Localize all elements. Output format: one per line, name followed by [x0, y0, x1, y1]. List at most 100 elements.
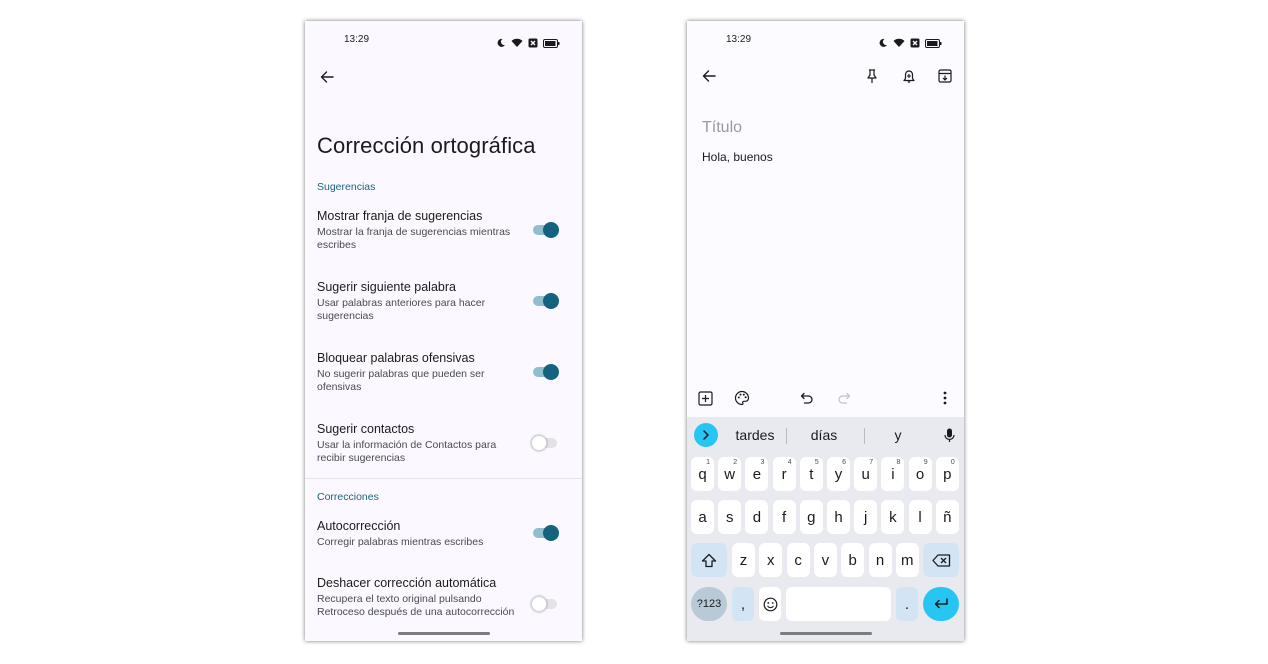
key-number-hint: 3	[760, 459, 765, 466]
add-content-button[interactable]	[695, 388, 715, 408]
key-j[interactable]: j	[854, 500, 878, 534]
key-number-hint: 0	[950, 459, 955, 466]
shift-key[interactable]	[691, 543, 727, 577]
status-time: 13:29	[344, 34, 370, 45]
key-q[interactable]: q1	[691, 457, 714, 491]
key-u[interactable]: u7	[854, 457, 878, 491]
key-c[interactable]: c	[786, 543, 810, 577]
key-s[interactable]: s	[718, 500, 742, 534]
suggestion-2[interactable]: días	[794, 427, 854, 443]
back-arrow-icon	[320, 71, 334, 83]
suggestion-1[interactable]: tardes	[725, 427, 785, 443]
key-y[interactable]: y6	[827, 457, 850, 491]
chevron-right-icon	[703, 430, 709, 440]
setting-title: Mostrar franja de sugerencias	[317, 209, 483, 223]
key-i[interactable]: i8	[881, 457, 905, 491]
suggestion-3[interactable]: y	[872, 427, 924, 443]
key-d[interactable]: d	[745, 500, 769, 534]
gesture-bar[interactable]	[397, 632, 490, 635]
setting-next-word[interactable]: Sugerir siguiente palabra Usar palabras …	[317, 280, 572, 323]
pin-icon	[867, 68, 877, 83]
back-button[interactable]	[698, 65, 720, 87]
key-x[interactable]: x	[759, 543, 783, 577]
back-button[interactable]	[317, 67, 337, 87]
redo-button[interactable]	[834, 388, 854, 408]
reminder-button[interactable]	[898, 65, 920, 87]
status-bar: 13:29	[687, 34, 964, 48]
key-g[interactable]: g	[799, 500, 823, 534]
setting-undo-autocorrect[interactable]: Deshacer corrección automática Recupera …	[317, 576, 572, 619]
toggle-switch-off[interactable]	[531, 596, 557, 612]
toggle-switch-off[interactable]	[531, 435, 557, 451]
key-e[interactable]: e3	[745, 457, 769, 491]
key-letter: r	[781, 465, 787, 483]
gesture-bar[interactable]	[779, 632, 872, 635]
add-box-icon	[697, 390, 713, 406]
key-t[interactable]: t5	[799, 457, 823, 491]
symbols-key[interactable]: ?123	[691, 587, 727, 621]
key-letter: e	[752, 465, 762, 483]
space-key[interactable]	[786, 587, 891, 621]
key-number-hint: 7	[869, 459, 874, 466]
suggestion-strip: tardes días y	[687, 417, 964, 453]
setting-suggest-contacts[interactable]: Sugerir contactos Usar la información de…	[317, 422, 572, 465]
key-n[interactable]: n	[868, 543, 892, 577]
enter-key[interactable]	[923, 587, 959, 621]
setting-description: Mostrar la franja de sugerencias mientra…	[317, 226, 511, 251]
more-options-button[interactable]	[935, 388, 955, 408]
setting-description: Usar la información de Contactos para re…	[317, 439, 497, 464]
key-h[interactable]: h	[827, 500, 850, 534]
key-number-hint: 9	[923, 459, 928, 466]
setting-description: Corregir palabras mientras escribes	[317, 536, 484, 548]
key-l[interactable]: l	[908, 500, 932, 534]
key-ñ[interactable]: ñ	[935, 500, 959, 534]
setting-show-suggestion-strip[interactable]: Mostrar franja de sugerencias Mostrar la…	[317, 209, 572, 252]
key-number-hint: 6	[842, 459, 846, 466]
suggestion-separator	[864, 428, 865, 444]
undo-icon	[800, 392, 813, 404]
color-palette-button[interactable]	[732, 388, 752, 408]
emoji-key[interactable]	[759, 587, 781, 621]
pin-button[interactable]	[861, 65, 883, 87]
voice-input-button[interactable]	[939, 424, 959, 446]
key-number-hint: 8	[896, 459, 901, 466]
period-key[interactable]: .	[896, 587, 918, 621]
undo-button[interactable]	[797, 388, 817, 408]
backspace-key[interactable]	[923, 543, 959, 577]
key-w[interactable]: w2	[718, 457, 742, 491]
suggestion-separator	[786, 428, 787, 444]
key-o[interactable]: o9	[908, 457, 932, 491]
toggle-switch-on[interactable]	[533, 525, 559, 541]
key-v[interactable]: v	[813, 543, 837, 577]
status-time: 13:29	[726, 34, 752, 45]
setting-autocorrect[interactable]: Autocorrección Corregir palabras mientra…	[317, 519, 572, 549]
toggle-switch-on[interactable]	[533, 293, 559, 309]
section-header-sugerencias: Sugerencias	[317, 181, 376, 193]
key-f[interactable]: f	[772, 500, 796, 534]
key-p[interactable]: p0	[935, 457, 959, 491]
emoji-icon	[763, 597, 777, 611]
page-title: Corrección ortográfica	[317, 133, 536, 158]
keyboard-menu-button[interactable]	[694, 423, 718, 447]
key-k[interactable]: k	[881, 500, 905, 534]
key-number-hint: 1	[706, 459, 710, 466]
comma-key[interactable]: ,	[732, 587, 754, 621]
key-m[interactable]: m	[895, 543, 919, 577]
note-title-input[interactable]: Título	[702, 119, 742, 137]
key-letter: p	[943, 465, 952, 483]
note-editor-screen: 13:29 Título Hola, buenos tardes días y …	[687, 21, 964, 641]
key-r[interactable]: r4	[772, 457, 796, 491]
toggle-switch-on[interactable]	[533, 364, 559, 380]
status-bar: 13:29	[305, 34, 582, 48]
toggle-switch-on[interactable]	[533, 222, 559, 238]
key-z[interactable]: z	[732, 543, 755, 577]
setting-title: Sugerir siguiente palabra	[317, 280, 456, 294]
archive-button[interactable]	[934, 65, 956, 87]
key-b[interactable]: b	[841, 543, 865, 577]
setting-block-offensive[interactable]: Bloquear palabras ofensivas No sugerir p…	[317, 351, 572, 394]
palette-icon	[734, 390, 750, 406]
key-a[interactable]: a	[691, 500, 714, 534]
wifi-icon	[893, 35, 905, 53]
note-body-input[interactable]: Hola, buenos	[702, 150, 773, 164]
key-letter: t	[809, 465, 814, 483]
